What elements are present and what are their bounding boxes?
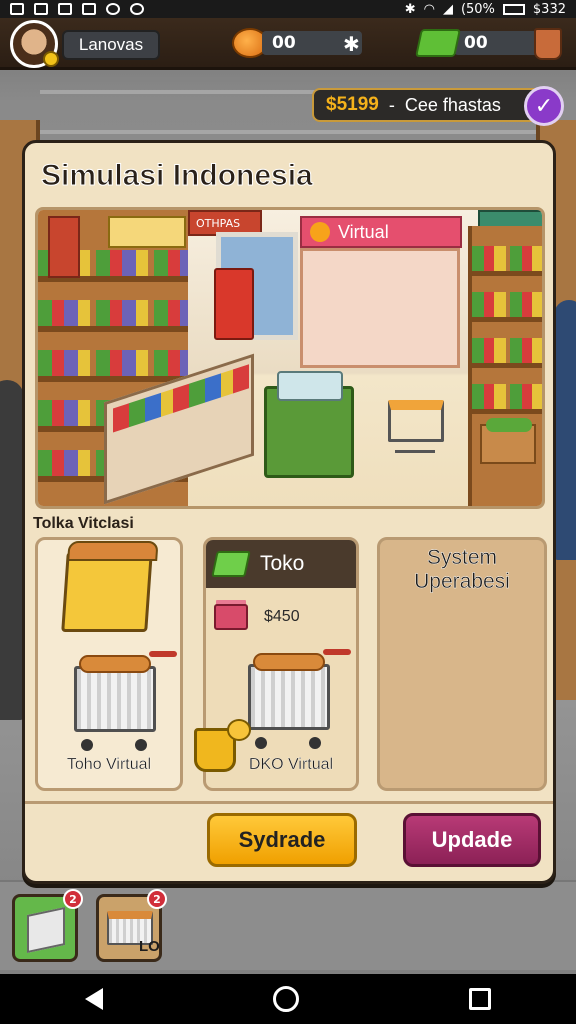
scene-sign-text: OTHPAS [196, 217, 241, 230]
shopping-cart-icon [248, 649, 351, 749]
recent-apps-icon[interactable] [469, 988, 491, 1010]
scene-kiosk [300, 248, 460, 368]
cash-stack-icon [415, 29, 461, 57]
money-label: Cee fhastas [404, 94, 501, 115]
scene-shelf-right [468, 226, 542, 506]
update-button[interactable]: Updade [403, 813, 541, 867]
cash-icon [211, 551, 251, 577]
simulation-panel: Simulasi Indonesia OTHPAS Virtual Tolka … [22, 140, 556, 884]
money-display[interactable]: $5199 - Cee fhastas [312, 88, 544, 122]
card-caption: Toho Virtual [66, 756, 152, 773]
panel-divider [25, 801, 553, 804]
battery-icon [502, 3, 525, 15]
home-icon[interactable] [273, 986, 299, 1012]
background-shopper-right [554, 300, 576, 560]
card-price: $450 [264, 608, 300, 625]
wifi-icon: ◠ [423, 1, 435, 17]
store-card-toko[interactable]: Toko $450 DKO Virtual [194, 537, 359, 791]
money-amount: $5199 [326, 94, 379, 115]
block-icon [27, 906, 65, 954]
confirm-check-button[interactable]: ✓ [524, 86, 564, 126]
panel-title: Simulasi Indonesia [41, 159, 314, 193]
scene-virtual-banner-text: Virtual [338, 221, 389, 242]
status-bar: ✱ ◠ ◢ (50% $332 [0, 0, 576, 18]
background-shopper-left [0, 380, 24, 720]
store-card-system[interactable]: System Uperabesi [377, 537, 547, 791]
signal-icon: ◢ [442, 1, 453, 17]
scene-virtual-banner: Virtual [300, 216, 462, 248]
scene-atm [214, 268, 254, 340]
crate-icon [61, 552, 153, 632]
clock: $332 [532, 1, 566, 17]
notification-icon [82, 3, 96, 15]
card-header: Toko [206, 540, 356, 588]
notification-icon [34, 3, 48, 15]
price-row: $450 [214, 604, 300, 630]
notification-icons [10, 3, 144, 15]
scene-red-banner [48, 216, 80, 278]
slot-count: LO [139, 938, 160, 955]
system-navigation-bar [0, 974, 576, 1024]
notification-badge: 2 [147, 889, 167, 909]
scene-vegetable-crate [480, 418, 536, 464]
inventory-slot-block[interactable]: 2 [12, 889, 83, 962]
back-icon[interactable] [85, 988, 103, 1010]
notification-icon [106, 3, 120, 15]
bluetooth-icon: ✱ [404, 1, 416, 17]
scene-shopping-cart [388, 400, 444, 453]
background-floor [0, 880, 576, 970]
card-caption: DKO Virtual [248, 756, 334, 773]
orange-icon [310, 222, 330, 242]
player-avatar[interactable] [10, 20, 59, 68]
section-label: Tolka Vitclasi [33, 515, 134, 532]
notification-badge: 2 [63, 889, 83, 909]
card-heading: System Uperabesi [380, 546, 544, 594]
notification-icon [10, 3, 24, 15]
settings-icon[interactable]: ✱ [343, 32, 360, 56]
inventory-slot-cart[interactable]: LO 2 [96, 889, 167, 962]
store-scene-illustration: OTHPAS Virtual [35, 207, 545, 509]
scene-fridge [264, 371, 354, 478]
card-heading-line1: System [426, 546, 497, 569]
shopping-cart-icon [74, 651, 177, 751]
books-icon [214, 604, 248, 630]
card-heading-line2: Uperabesi [414, 570, 510, 593]
money-separator: - [388, 94, 395, 115]
scene-sign [108, 216, 186, 248]
level-badge-icon [43, 51, 59, 67]
notification-icon [58, 3, 72, 15]
top-hud: Lanovas 00 ✱ 00 [0, 18, 576, 70]
battery-percent: (50% [460, 1, 495, 17]
upgrade-button[interactable]: Sydrade [207, 813, 357, 867]
notification-icon [130, 3, 144, 15]
player-name[interactable]: Lanovas [62, 30, 160, 60]
store-card-toho-virtual[interactable]: Toho Virtual [35, 537, 183, 791]
card-title: Toko [260, 552, 305, 575]
bucket-icon[interactable] [534, 28, 562, 60]
